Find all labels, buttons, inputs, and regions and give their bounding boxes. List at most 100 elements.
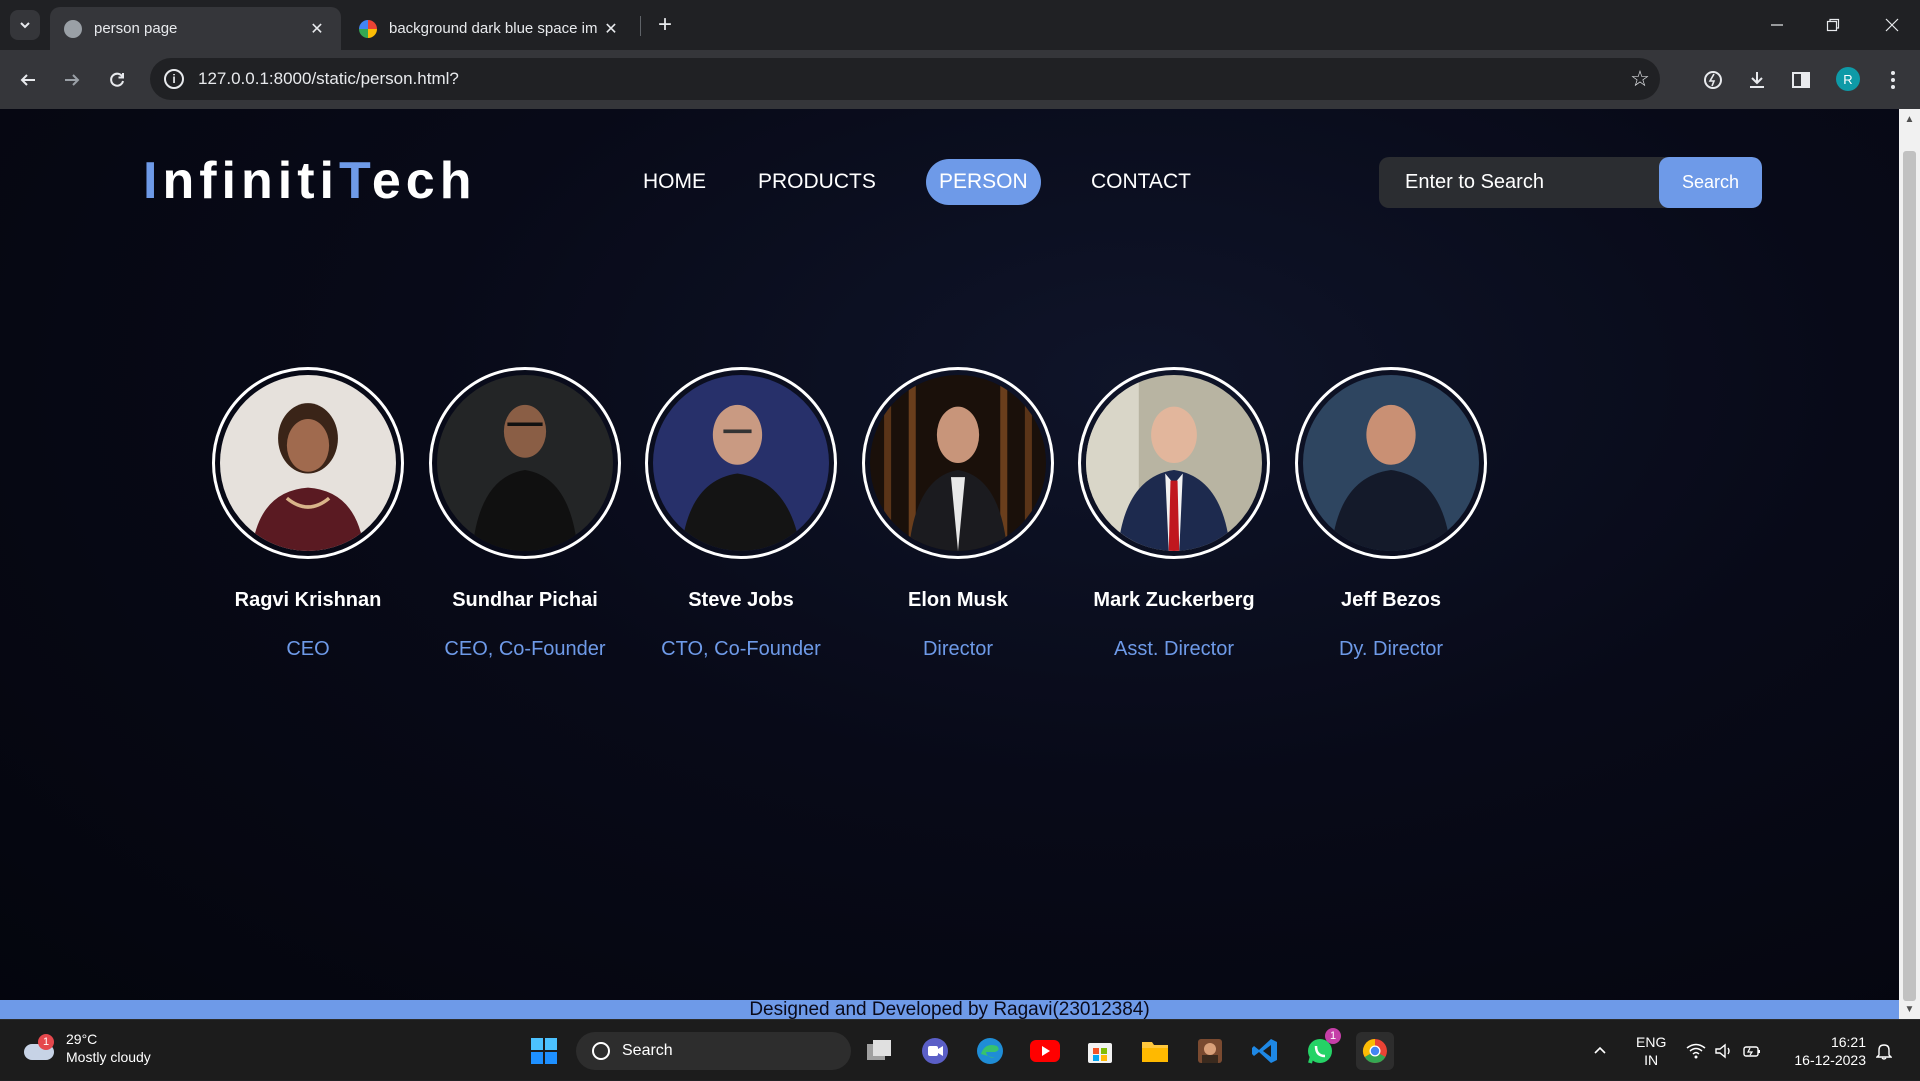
cloud-icon: 1 <box>22 1034 56 1062</box>
person-card: Steve Jobs CTO, Co-Founder <box>641 367 841 661</box>
windows-start-button[interactable] <box>525 1032 563 1070</box>
close-icon[interactable]: ✕ <box>601 19 621 39</box>
microsoft-store-icon[interactable] <box>1081 1032 1119 1070</box>
close-window-button[interactable] <box>1864 0 1920 50</box>
youtube-icon[interactable] <box>1026 1032 1064 1070</box>
menu-kebab-icon[interactable] <box>1880 67 1906 93</box>
person-name: Mark Zuckerberg <box>1093 589 1255 611</box>
download-icon[interactable] <box>1744 67 1770 93</box>
clock-date: 16-12-2023 <box>1794 1051 1866 1068</box>
browser-toolbar: i 127.0.0.1:8000/static/person.html? ☆ <box>0 50 1920 109</box>
side-panel-icon[interactable] <box>1788 67 1814 93</box>
task-view-icon[interactable] <box>861 1032 899 1070</box>
nav-link-person[interactable]: PERSON <box>926 159 1041 205</box>
nav-link-products[interactable]: PRODUCTS <box>745 159 889 205</box>
close-icon[interactable]: ✕ <box>307 19 327 39</box>
person-photo <box>212 367 404 559</box>
edge-icon[interactable] <box>971 1032 1009 1070</box>
tab-separator <box>640 16 641 36</box>
nav-products[interactable]: PRODUCTS <box>745 159 889 205</box>
file-explorer-icon[interactable] <box>1136 1032 1174 1070</box>
minimize-button[interactable] <box>1749 0 1805 50</box>
app-thumbnail-icon[interactable] <box>1191 1032 1229 1070</box>
windows-taskbar: 1 29°C Mostly cloudy Search 1 ENG IN 16:… <box>0 1019 1920 1080</box>
person-photo <box>1078 367 1270 559</box>
site-search: Search <box>1379 157 1762 208</box>
chrome-icon[interactable] <box>1356 1032 1394 1070</box>
taskbar-search-label: Search <box>622 1042 673 1059</box>
new-tab-button[interactable]: + <box>650 10 680 40</box>
browser-tab-google-search[interactable]: background dark blue space im ✕ <box>345 7 635 50</box>
person-name: Ragvi Krishnan <box>234 589 382 611</box>
nav-person[interactable]: PERSON <box>926 159 1041 205</box>
vscode-icon[interactable] <box>1246 1032 1284 1070</box>
site-info-icon[interactable]: i <box>164 69 184 89</box>
scroll-up-arrow-icon[interactable]: ▲ <box>1899 109 1920 129</box>
weather-widget[interactable]: 1 29°C Mostly cloudy <box>22 1030 151 1066</box>
tab-title: background dark blue space im <box>389 20 598 37</box>
speaker-icon <box>1715 1043 1730 1058</box>
wifi-icon <box>1686 1043 1706 1058</box>
browser-tab-person-page[interactable]: person page ✕ <box>50 7 341 50</box>
globe-icon <box>64 19 82 38</box>
search-button[interactable]: Search <box>1659 157 1762 208</box>
nav-link-contact[interactable]: CONTACT <box>1078 159 1204 205</box>
tab-search-button[interactable] <box>10 10 40 40</box>
scrollbar-thumb[interactable] <box>1903 151 1916 1001</box>
nav-home[interactable]: HOME <box>630 159 719 205</box>
minimize-icon <box>1771 24 1783 26</box>
scroll-down-arrow-icon[interactable]: ▼ <box>1899 999 1920 1019</box>
notification-bell-icon[interactable] <box>1876 1020 1892 1081</box>
clock-time: 16:21 <box>1830 1033 1866 1050</box>
logo-letter-t: T <box>338 152 372 210</box>
person-name: Steve Jobs <box>688 589 794 611</box>
notification-badge: 1 <box>38 1034 54 1050</box>
url-text[interactable]: 127.0.0.1:8000/static/person.html? <box>198 69 1620 89</box>
person-card: Sundhar Pichai CEO, Co-Founder <box>425 367 625 661</box>
back-button[interactable] <box>11 63 45 97</box>
person-role: Asst. Director <box>1113 638 1235 660</box>
clock[interactable]: 16:21 16-12-2023 <box>1784 1020 1866 1081</box>
person-role: Dy. Director <box>1338 638 1444 660</box>
reload-icon <box>110 72 124 87</box>
extension-icon[interactable] <box>1700 67 1726 93</box>
meet-now-icon[interactable] <box>916 1032 954 1070</box>
arrow-right-icon <box>65 74 80 86</box>
language-indicator[interactable]: ENG IN <box>1636 1020 1666 1081</box>
restore-button[interactable] <box>1805 0 1861 50</box>
nav-link-home[interactable]: HOME <box>630 159 719 205</box>
close-icon <box>1885 18 1899 32</box>
address-bar[interactable]: i 127.0.0.1:8000/static/person.html? ☆ <box>150 58 1660 100</box>
forward-button[interactable] <box>55 63 89 97</box>
profile-avatar[interactable]: R <box>1836 67 1860 91</box>
person-photo <box>1295 367 1487 559</box>
restore-icon <box>1826 18 1840 32</box>
weather-condition: Mostly cloudy <box>66 1049 151 1065</box>
site-logo[interactable]: InfinitiTech <box>143 151 476 211</box>
nav-contact[interactable]: CONTACT <box>1078 159 1204 205</box>
show-hidden-icons[interactable] <box>1592 1020 1608 1081</box>
person-card: Mark Zuckerberg Asst. Director <box>1074 367 1274 661</box>
bookmark-star-icon[interactable]: ☆ <box>1620 66 1660 92</box>
windows-logo-icon <box>531 1038 557 1064</box>
person-photo <box>862 367 1054 559</box>
person-photo <box>429 367 621 559</box>
language-region: IN <box>1644 1051 1659 1068</box>
search-input[interactable] <box>1379 157 1659 208</box>
person-card: Ragvi Krishnan CEO <box>208 367 408 661</box>
chevron-up-icon <box>1594 1046 1606 1054</box>
reload-button[interactable] <box>100 63 134 97</box>
browser-tabstrip: person page ✕ background dark blue space… <box>0 0 1920 50</box>
page-scrollbar[interactable]: ▲ ▼ <box>1899 109 1920 1019</box>
tab-title: person page <box>94 20 178 37</box>
logo-letter-i: I <box>143 152 163 210</box>
google-icon <box>359 19 377 38</box>
taskbar-search[interactable]: Search <box>576 1032 851 1070</box>
page-footer: Designed and Developed by Ragavi(2301238… <box>0 1000 1899 1019</box>
whatsapp-icon[interactable]: 1 <box>1301 1028 1341 1070</box>
person-name: Elon Musk <box>907 589 1008 611</box>
search-icon <box>592 1042 610 1060</box>
person-name: Sundhar Pichai <box>452 589 598 611</box>
quick-settings[interactable] <box>1686 1020 1762 1081</box>
logo-text-part: ech <box>371 152 477 210</box>
